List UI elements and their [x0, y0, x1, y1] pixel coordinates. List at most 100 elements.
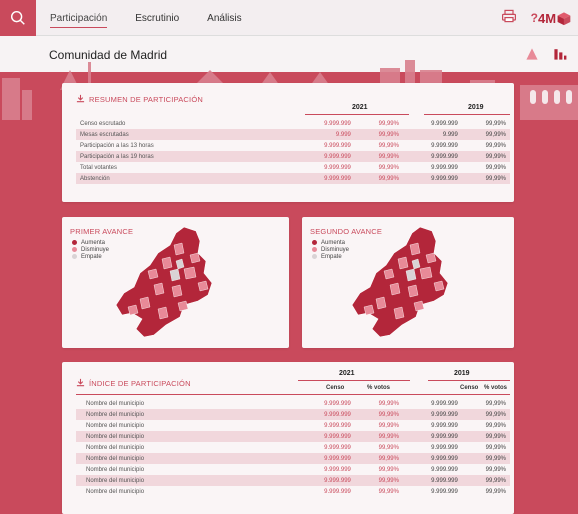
table-row[interactable]: Nombre del municipio 9.999.999 99,99% 9.999… — [76, 475, 510, 486]
percent-2019: 99,99% — [461, 151, 510, 162]
percent-2019: 99,99% — [485, 164, 506, 171]
table-row[interactable]: Nombre del municipio 9.999.999 99,99% 9.999… — [76, 431, 510, 442]
percent-2019: 99,99% — [485, 400, 506, 407]
table-row[interactable]: Abstención 9.999.999 99,99% 9.999.999 99,99% — [76, 173, 510, 184]
table-row[interactable]: Nombre del municipio 9.999.999 99,99% 9.999… — [76, 464, 510, 475]
table-row[interactable]: Mesas escrutadas 9.999 99,99% 9.999 99,99% — [76, 129, 510, 140]
row-label: Nombre del municipio — [76, 453, 296, 464]
row-label: Nombre del municipio — [86, 422, 145, 429]
year-underline — [305, 114, 409, 115]
year-underline — [298, 380, 410, 381]
percent-2019: 99,99% — [461, 431, 510, 442]
percent-2021: 99,99% — [354, 409, 403, 420]
top-actions: ? — [501, 0, 538, 36]
table-row[interactable]: Participación a las 19 horas 9.999.999 99,… — [76, 151, 510, 162]
indice-table: Nombre del municipio 9.999.999 99,99% 9.999… — [76, 398, 510, 497]
table-row[interactable]: Nombre del municipio 9.999.999 99,99% 9.999… — [76, 486, 510, 497]
value-2021: 9.999.999 — [296, 409, 355, 420]
value-2019: 9.999.999 — [431, 120, 458, 127]
primer-avance-panel: PRIMER AVANCE Aumenta Disminuye Empate — [62, 217, 289, 348]
value-2019: 9.999.999 — [431, 466, 458, 473]
percent-2019: 99,99% — [461, 453, 510, 464]
table-row[interactable]: Nombre del municipio 9.999.999 99,99% 9.999… — [76, 442, 510, 453]
indice-year-2021: 2021 — [339, 370, 355, 377]
table-row[interactable]: Participación a las 13 horas 9.999.999 99,… — [76, 140, 510, 151]
value-2021: 9.999.999 — [324, 120, 351, 127]
main-tabs: Participación Escrutinio Análisis — [50, 0, 242, 36]
value-2021: 9.999.999 — [324, 444, 351, 451]
table-row[interactable]: Total votantes 9.999.999 99,99% 9.999.999 99… — [76, 162, 510, 173]
row-label: Nombre del municipio — [86, 400, 145, 407]
help-button[interactable]: ? — [531, 11, 538, 25]
percent-2021: 99,99% — [354, 475, 403, 486]
row-label: Participación a las 19 horas — [76, 151, 296, 162]
value-2021: 9.999.999 — [296, 173, 355, 184]
value-2019: 9.999.999 — [431, 422, 458, 429]
percent-2019: 99,99% — [461, 173, 510, 184]
tab-participacion[interactable]: Participación — [50, 0, 108, 36]
value-2019: 9.999.999 — [402, 431, 462, 442]
percent-2021: 99,99% — [378, 120, 399, 127]
row-label: Nombre del municipio — [86, 444, 145, 451]
indice-title: ÍNDICE DE PARTICIPACIÓN — [89, 379, 191, 388]
value-2019: 9.999.999 — [402, 475, 462, 486]
percent-2019: 99,99% — [485, 466, 506, 473]
table-row[interactable]: Nombre del municipio 9.999.999 99,99% 9.999… — [76, 409, 510, 420]
legend-swatch — [72, 240, 77, 245]
percent-2021: 99,99% — [378, 466, 399, 473]
value-2021: 9.999.999 — [296, 453, 355, 464]
download-icon[interactable] — [76, 378, 85, 387]
percent-2019: 99,99% — [485, 142, 506, 149]
percent-2019: 99,99% — [485, 422, 506, 429]
value-2019: 9.999.999 — [402, 173, 462, 184]
row-label: Nombre del municipio — [76, 475, 296, 486]
year-underline — [428, 380, 510, 381]
col-censo-2021: Censo — [326, 385, 345, 391]
legend-label: Aumenta — [81, 239, 106, 246]
table-row[interactable]: Nombre del municipio 9.999.999 99,99% 9.999… — [76, 398, 510, 409]
resumen-title: RESUMEN DE PARTICIPACIÓN — [89, 95, 203, 104]
table-row[interactable]: Nombre del municipio 9.999.999 99,99% 9.999… — [76, 453, 510, 464]
legend-swatch — [72, 247, 77, 252]
value-2021: 9.999.999 — [324, 466, 351, 473]
legend-item: Aumenta — [312, 239, 349, 246]
table-row[interactable]: Nombre del municipio 9.999.999 99,99% 9.999… — [76, 420, 510, 431]
row-label: Total votantes — [80, 164, 118, 171]
download-icon[interactable] — [76, 94, 85, 103]
value-2021: 9.999.999 — [296, 151, 355, 162]
value-2021: 9.999.999 — [324, 488, 351, 495]
indice-panel: ÍNDICE DE PARTICIPACIÓN 2021 2019 Censo … — [62, 362, 514, 514]
legend-swatch — [72, 254, 77, 259]
legend-label: Empate — [81, 253, 102, 260]
percent-2021: 99,99% — [378, 422, 399, 429]
search-button[interactable] — [0, 0, 36, 36]
value-2019: 9.999.999 — [431, 400, 458, 407]
value-2021: 9.999.999 — [296, 475, 355, 486]
madrid-map[interactable] — [114, 225, 234, 343]
print-icon[interactable] — [501, 8, 517, 29]
legend-label: Aumenta — [321, 239, 346, 246]
value-2019: 9.999.999 — [431, 164, 458, 171]
row-label: Nombre del municipio — [86, 488, 145, 495]
legend-label: Disminuye — [321, 246, 350, 253]
value-2019: 9.999.999 — [431, 444, 458, 451]
tab-escrutinio[interactable]: Escrutinio — [135, 0, 179, 36]
legend-swatch — [312, 247, 317, 252]
percent-2021: 99,99% — [354, 173, 403, 184]
resumen-year-2021: 2021 — [352, 104, 368, 111]
percent-2021: 99,99% — [378, 164, 399, 171]
tab-analisis[interactable]: Análisis — [207, 0, 241, 36]
resumen-panel: RESUMEN DE PARTICIPACIÓN 2021 2019 Censo… — [62, 83, 514, 202]
col-censo-2019: Censo — [460, 385, 479, 391]
percent-2019: 99,99% — [461, 129, 510, 140]
legend-item: Empate — [312, 253, 349, 260]
value-2019: 9.999.999 — [402, 409, 462, 420]
year-underline — [424, 114, 510, 115]
legend-swatch — [312, 240, 317, 245]
legend-item: Empate — [72, 253, 109, 260]
row-label: Participación a las 13 horas — [80, 142, 154, 149]
legend-label: Disminuye — [81, 246, 110, 253]
value-2021: 9.999.999 — [324, 422, 351, 429]
madrid-map[interactable] — [350, 225, 470, 343]
table-row[interactable]: Censo escrutado 9.999.999 99,99% 9.999.999 9… — [76, 118, 510, 129]
